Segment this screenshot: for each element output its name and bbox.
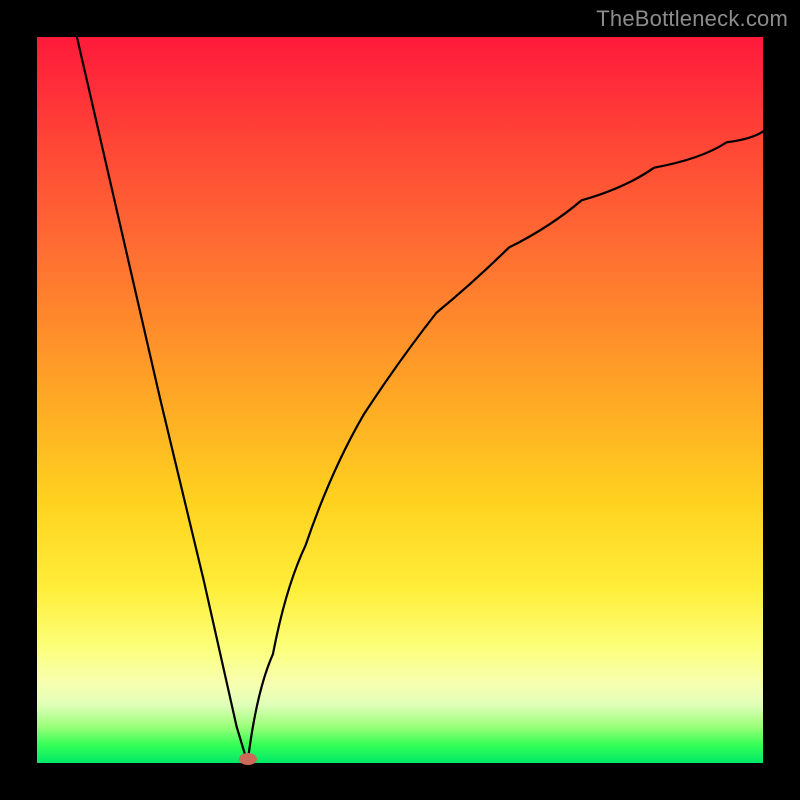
- optimum-marker: [239, 753, 257, 765]
- chart-plot-area: [37, 37, 763, 763]
- chart-frame: TheBottleneck.com: [0, 0, 800, 800]
- curve-path: [77, 37, 763, 763]
- watermark-text: TheBottleneck.com: [596, 6, 788, 32]
- bottleneck-curve: [37, 37, 763, 763]
